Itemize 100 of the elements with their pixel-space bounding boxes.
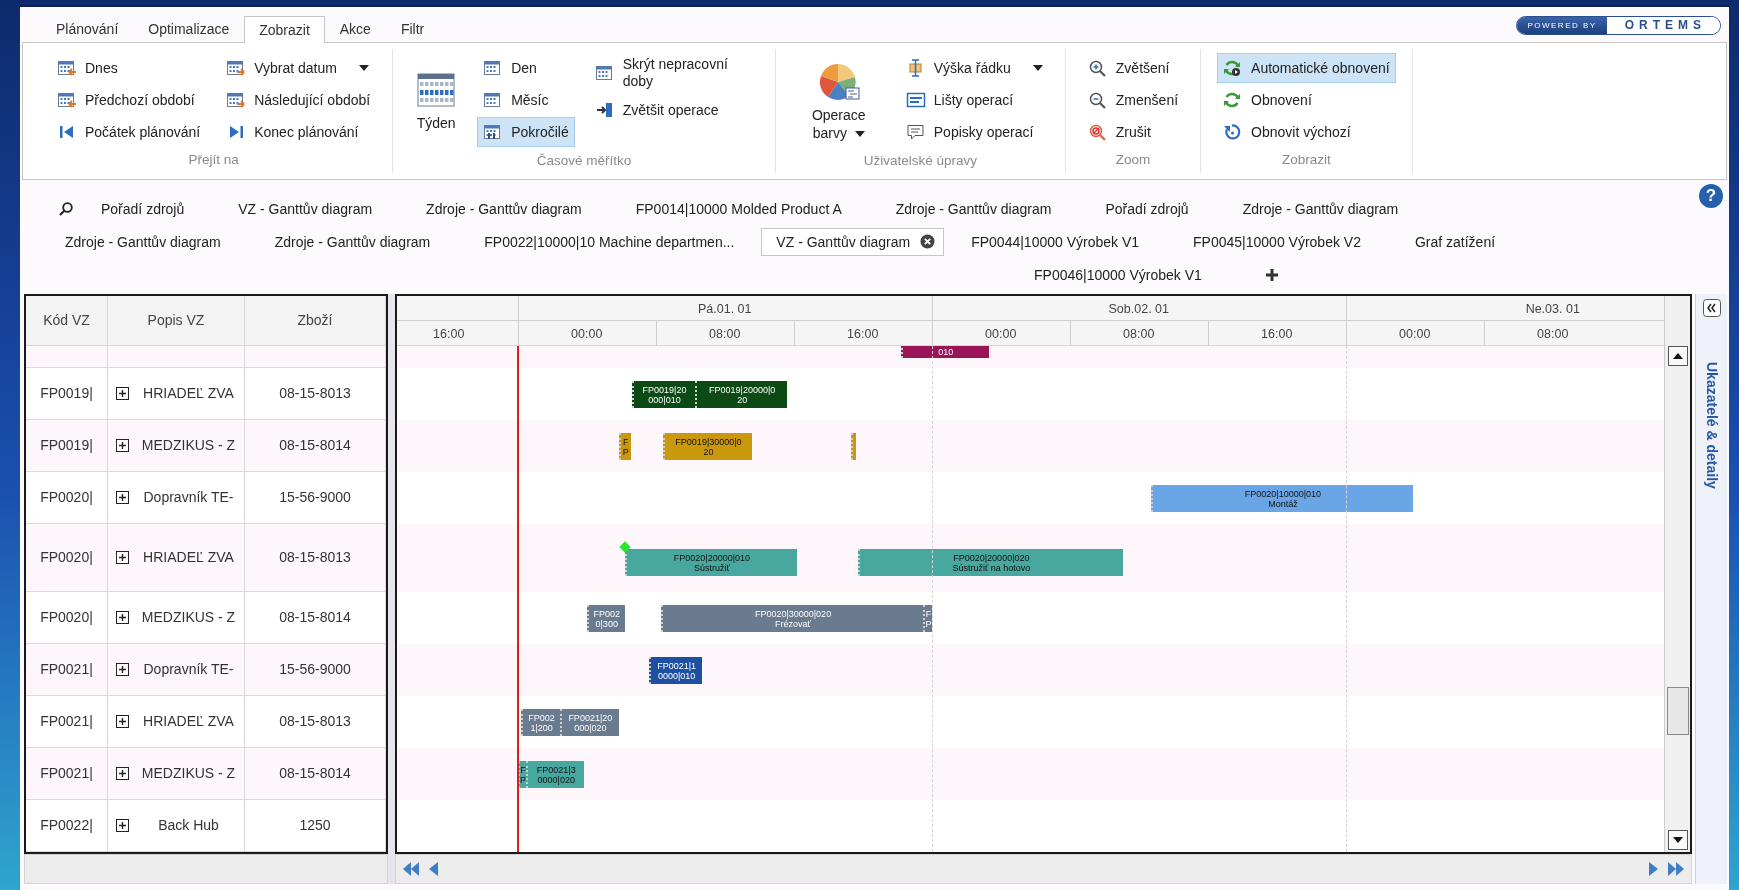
operation-bar[interactable]: FP0020|20000|010 Sústružiť xyxy=(624,549,798,576)
table-cell: FP0021| xyxy=(26,748,108,799)
table-cell-text: Back Hub xyxy=(157,816,220,835)
ribbon-button[interactable]: Pokročilé xyxy=(477,117,575,147)
document-tab[interactable]: FP0046|10000 Výrobek V1 xyxy=(1007,260,1229,289)
ribbon-button[interactable]: Skrýt nepracovní doby xyxy=(588,53,759,93)
caret-icon[interactable] xyxy=(854,131,865,138)
column-header[interactable]: Kód VZ xyxy=(26,296,108,345)
scrollbar[interactable] xyxy=(1664,296,1690,852)
column-header[interactable]: Zboží xyxy=(245,296,386,345)
ribbon-button[interactable]: Týden xyxy=(409,53,464,149)
document-tab[interactable]: Zdroje - Ganttův diagram xyxy=(38,227,248,256)
caret-icon[interactable] xyxy=(1032,65,1043,71)
operation-bar[interactable]: F P xyxy=(618,433,631,460)
plus-box-icon[interactable] xyxy=(116,663,129,676)
ribbon-button[interactable]: Předchozí období xyxy=(51,85,207,115)
down-arrow-icon[interactable] xyxy=(1673,837,1683,843)
ribbon-button[interactable]: Automatické obnovení xyxy=(1217,53,1396,83)
ribbon-button[interactable]: Vybrat datum xyxy=(220,53,377,83)
operation-bar[interactable]: FP0019|20000|0 20 xyxy=(695,381,787,408)
right-arrow-icon[interactable] xyxy=(1649,861,1659,877)
document-tab[interactable]: Zdroje - Ganttův diagram xyxy=(1215,194,1426,223)
ribbon-button[interactable]: Obnovit výchozí xyxy=(1217,117,1396,147)
ribbon-tab[interactable]: Optimalizace xyxy=(133,15,245,42)
ribbon-button[interactable]: Konec plánování xyxy=(220,117,377,147)
up-arrow-icon[interactable] xyxy=(1673,353,1683,359)
plus-box-icon[interactable] xyxy=(116,439,129,452)
document-tab[interactable]: VZ - Ganttův diagram xyxy=(211,194,400,223)
calendar-icon xyxy=(594,64,615,82)
table-cell-text: MEDZIKUS - Z xyxy=(140,608,237,627)
ribbon-button[interactable]: Následující období xyxy=(220,85,377,115)
left-arrow-icon[interactable] xyxy=(428,861,438,877)
ribbon-button[interactable]: Obnovení xyxy=(1217,85,1396,115)
table-cell-text: MEDZIKUS - Z xyxy=(140,764,237,783)
document-tab[interactable]: FP0045|10000 Výrobek V2 xyxy=(1166,227,1388,256)
operation-bar[interactable]: FP0019|30000|0 20 xyxy=(662,433,753,460)
operation-bar[interactable]: FP0019|20 000|010 xyxy=(631,381,696,408)
close-icon[interactable] xyxy=(920,234,936,249)
time-label: 16:00 xyxy=(1260,326,1294,343)
scrollbar[interactable] xyxy=(24,854,388,884)
plus-box-icon[interactable] xyxy=(116,491,129,504)
ribbon-button[interactable]: Den xyxy=(477,53,575,83)
help-button[interactable]: ? xyxy=(1699,184,1723,208)
search-icon[interactable] xyxy=(58,200,74,217)
plus-box-icon[interactable] xyxy=(116,611,129,624)
operation-bar[interactable]: 010 xyxy=(900,346,989,358)
operation-bar[interactable]: FP0021|1 0000|010 xyxy=(648,657,703,684)
operation-bar[interactable]: FP0020|10000|010 Montáž xyxy=(1150,485,1413,512)
ribbon-tab[interactable]: Filtr xyxy=(385,15,440,42)
ribbon-button[interactable]: Operace barvy xyxy=(791,53,886,149)
document-tab[interactable]: Zdroje - Ganttův diagram xyxy=(247,227,458,256)
ribbon-button[interactable]: Počátek plánování xyxy=(51,117,207,147)
document-tab[interactable]: Zdroje - Ganttův diagram xyxy=(868,194,1079,223)
time-label: 16:00 xyxy=(432,326,466,343)
ribbon-button[interactable]: Zmenšení xyxy=(1081,85,1185,115)
group-label: Zobrazit xyxy=(1280,150,1332,169)
ribbon-button[interactable]: Lišty operací xyxy=(899,85,1049,115)
ribbon-button[interactable]: Zvětšení xyxy=(1081,53,1185,83)
operation-bar[interactable]: FP0021|3 0000|020 xyxy=(526,761,585,788)
table-cell: 08-15-8014 xyxy=(245,748,386,799)
document-tab[interactable]: Graf zatížení xyxy=(1387,227,1523,256)
operation-bar[interactable]: F P xyxy=(923,605,932,632)
time-label: 08:00 xyxy=(1122,326,1156,343)
ribbon-button[interactable]: Dnes xyxy=(51,53,207,83)
group-label: Uživatelské úpravy xyxy=(862,152,978,170)
operation-bar[interactable]: FP0021|20 000|020 xyxy=(560,709,619,736)
double-left-arrow-icon[interactable] xyxy=(402,861,420,877)
ribbon-button[interactable]: Výška řádku xyxy=(899,53,1049,83)
ribbon-tab[interactable]: Plánování xyxy=(41,15,134,42)
collapse-icon[interactable] xyxy=(1702,299,1721,317)
plus-box-icon[interactable] xyxy=(116,767,129,780)
table-cell: FP0020| xyxy=(26,524,108,591)
document-tab[interactable]: Pořadí zdrojů xyxy=(1078,194,1216,223)
document-tab[interactable]: Pořadí zdrojů xyxy=(74,194,212,223)
panel-title[interactable]: Ukazatelé & detaily xyxy=(1701,362,1722,489)
ribbon-button[interactable]: Zvětšit operace xyxy=(588,95,759,125)
plus-icon[interactable] xyxy=(1264,267,1279,282)
plus-box-icon[interactable] xyxy=(116,819,129,832)
document-tab[interactable]: VZ - Ganttův diagram xyxy=(761,227,945,256)
plus-box-icon[interactable] xyxy=(116,387,129,400)
document-tab[interactable]: Zdroje - Ganttův diagram xyxy=(399,194,609,223)
column-header[interactable]: Popis VZ xyxy=(108,296,245,345)
scroll-thumb[interactable] xyxy=(1667,687,1689,735)
ribbon-tab[interactable]: Zobrazit xyxy=(244,16,325,43)
operation-bar[interactable]: FP002 0|300 xyxy=(586,605,625,632)
ribbon-button[interactable]: Měsíc xyxy=(477,85,575,115)
plus-box-icon[interactable] xyxy=(116,715,129,728)
operation-bar[interactable]: FP0020|20000|020 Sústružiť na hotovo xyxy=(857,549,1124,576)
table-cell: 08-15-8013 xyxy=(245,696,386,747)
ribbon-tab[interactable]: Akce xyxy=(324,15,386,42)
double-right-arrow-icon[interactable] xyxy=(1667,861,1685,877)
plus-box-icon[interactable] xyxy=(116,551,129,564)
ribbon-button[interactable]: Popisky operací xyxy=(899,117,1049,147)
operation-bar[interactable]: FP0020|30000|020 Frézovať xyxy=(660,605,924,632)
document-tab[interactable]: FP0022|10000|10 Machine departmen... xyxy=(457,227,762,256)
caret-icon[interactable] xyxy=(358,65,369,71)
document-tab[interactable]: FP0044|10000 Výrobek V1 xyxy=(944,227,1167,256)
ribbon-button[interactable]: Zrušit xyxy=(1081,117,1185,147)
document-tab[interactable]: FP0014|10000 Molded Product A xyxy=(608,194,869,223)
operation-bar[interactable]: FP002 1|200 xyxy=(521,709,560,736)
